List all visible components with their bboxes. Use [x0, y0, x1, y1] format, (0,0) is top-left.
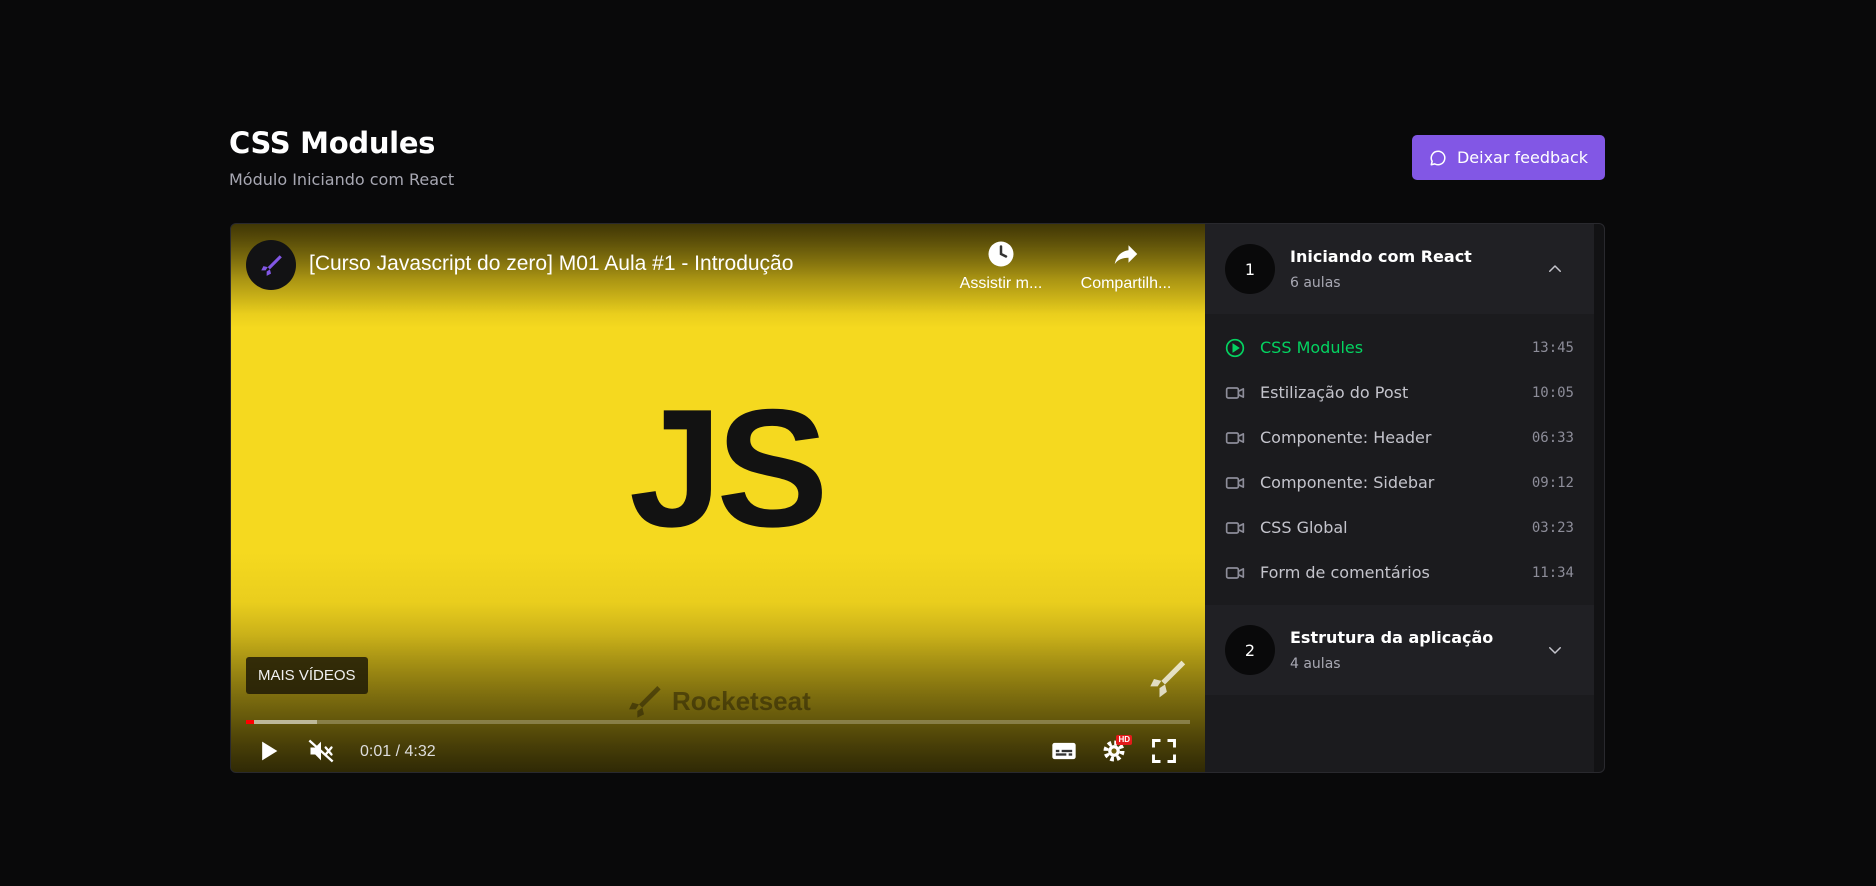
- buffered-bar: [246, 720, 317, 724]
- share-arrow-icon: [1114, 245, 1138, 264]
- hd-badge: HD: [1116, 735, 1132, 745]
- course-sidebar: 1 Iniciando com React 6 aulas CSS Module…: [1205, 224, 1594, 772]
- page-subtitle: Módulo Iniciando com React: [229, 170, 455, 189]
- module-number: 1: [1225, 244, 1275, 294]
- module-header-1[interactable]: 1 Iniciando com React 6 aulas: [1205, 224, 1594, 314]
- lesson-name: Estilização do Post: [1260, 383, 1409, 402]
- module-info: Estrutura da aplicação 4 aulas: [1290, 628, 1493, 672]
- module-info: Iniciando com React 6 aulas: [1290, 247, 1472, 291]
- play-button[interactable]: [252, 735, 284, 767]
- rocket-icon: [629, 686, 661, 718]
- lesson-item[interactable]: Form de comentários 11:34: [1225, 550, 1574, 595]
- lesson-name: Form de comentários: [1260, 563, 1430, 582]
- lesson-viewer: [Curso Javascript do zero] M01 Aula #1 -…: [230, 223, 1605, 773]
- settings-button[interactable]: HD: [1098, 735, 1132, 767]
- clock-icon: [988, 241, 1014, 267]
- play-icon: [262, 741, 278, 761]
- feedback-button[interactable]: Deixar feedback: [1412, 135, 1605, 180]
- module-title: Estrutura da aplicação: [1290, 628, 1494, 647]
- lesson-name: Componente: Header: [1260, 428, 1432, 447]
- lesson-duration: 11:34: [1531, 564, 1574, 581]
- lesson-list: CSS Modules 13:45 Estilização do Post 10…: [1205, 314, 1594, 605]
- more-videos-button[interactable]: MAIS VÍDEOS: [246, 657, 368, 694]
- chat-bubble-icon: [1430, 149, 1446, 165]
- channel-watermark-icon[interactable]: [1143, 654, 1187, 709]
- lesson-duration: 06:33: [1531, 429, 1574, 446]
- fullscreen-button[interactable]: [1148, 735, 1180, 767]
- module-title: Iniciando com React: [1290, 247, 1472, 266]
- volume-muted-icon: [308, 739, 334, 763]
- video-camera-icon: [1225, 473, 1245, 493]
- lesson-item[interactable]: Estilização do Post 10:05: [1225, 370, 1574, 415]
- lesson-item[interactable]: Componente: Sidebar 09:12: [1225, 460, 1574, 505]
- video-title[interactable]: [Curso Javascript do zero] M01 Aula #1 -…: [309, 252, 793, 276]
- page-header: CSS Modules Módulo Iniciando com React D…: [229, 120, 1605, 190]
- module-header-2[interactable]: 2 Estrutura da aplicação 4 aulas: [1205, 605, 1594, 695]
- js-logo: JS: [629, 374, 828, 562]
- lesson-duration: 10:05: [1531, 384, 1574, 401]
- watermark-text: Rocketseat: [672, 685, 811, 716]
- chevron-down-icon[interactable]: [1546, 641, 1564, 659]
- rocketseat-watermark: Rocketseat: [624, 681, 811, 721]
- played-bar: [246, 720, 254, 724]
- video-camera-icon: [1225, 383, 1245, 403]
- fullscreen-icon: [1152, 739, 1176, 763]
- page-title: CSS Modules: [229, 126, 436, 160]
- rocketseat-logo-icon: [261, 255, 282, 276]
- lesson-name: CSS Modules: [1260, 338, 1364, 357]
- progress-bar[interactable]: [246, 720, 1190, 724]
- lesson-duration: 03:23: [1531, 519, 1574, 536]
- lesson-name: Componente: Sidebar: [1260, 473, 1435, 492]
- chevron-up-icon[interactable]: [1546, 260, 1564, 278]
- lesson-duration: 09:12: [1531, 474, 1574, 491]
- video-camera-icon: [1225, 428, 1245, 448]
- video-camera-icon: [1225, 518, 1245, 538]
- module-number: 2: [1225, 625, 1275, 675]
- watch-later-button[interactable]: Assistir m...: [951, 239, 1051, 293]
- channel-avatar[interactable]: [246, 240, 296, 290]
- time-display: 0:01 / 4:32: [360, 743, 436, 760]
- watch-later-label: Assistir m...: [959, 275, 1043, 292]
- share-label: Compartilh...: [1080, 275, 1172, 292]
- module-lesson-count: 6 aulas: [1290, 275, 1341, 291]
- video-player[interactable]: [Curso Javascript do zero] M01 Aula #1 -…: [231, 224, 1205, 772]
- share-button[interactable]: Compartilh...: [1076, 239, 1176, 293]
- lesson-item[interactable]: Componente: Header 06:33: [1225, 415, 1574, 460]
- mute-button[interactable]: [305, 735, 337, 767]
- play-circle-icon: [1225, 338, 1245, 358]
- module-lesson-count: 4 aulas: [1290, 656, 1341, 672]
- feedback-button-label: Deixar feedback: [1456, 148, 1589, 167]
- subtitles-icon: [1052, 742, 1076, 760]
- lesson-item[interactable]: CSS Global 03:23: [1225, 505, 1574, 550]
- subtitles-button[interactable]: [1048, 735, 1080, 767]
- lesson-name: CSS Global: [1260, 518, 1348, 537]
- lesson-item[interactable]: CSS Modules 13:45: [1225, 325, 1574, 370]
- video-camera-icon: [1225, 563, 1245, 583]
- lesson-duration: 13:45: [1531, 339, 1574, 356]
- player-controls: 0:01 / 4:32 HD: [231, 729, 1205, 772]
